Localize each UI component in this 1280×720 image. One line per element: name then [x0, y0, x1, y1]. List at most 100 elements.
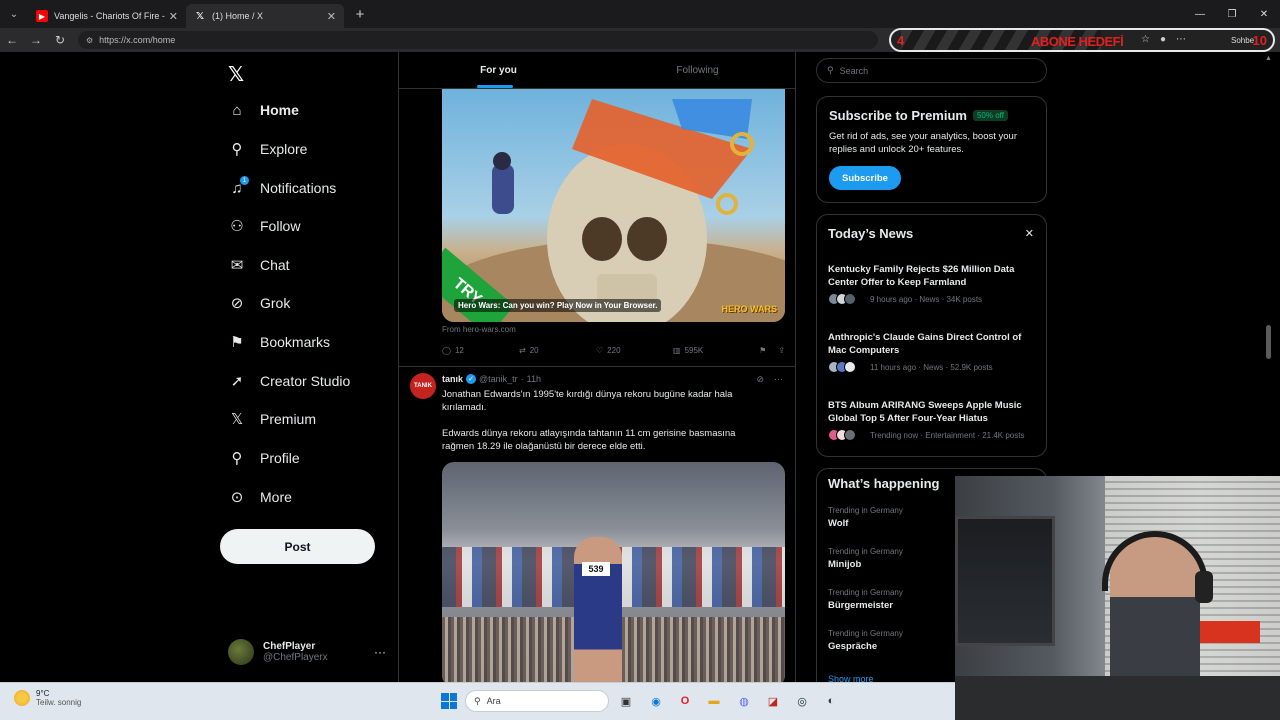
- repost-button[interactable]: ⇄ 20: [519, 346, 596, 355]
- news-item[interactable]: Anthropic's Claude Gains Direct Control …: [828, 331, 1036, 373]
- search-icon: ⚲: [474, 695, 481, 706]
- close-window-button[interactable]: ✕: [1248, 0, 1280, 28]
- ad-image[interactable]: TRY Hero Wars: Can you win? Play Now in …: [442, 89, 785, 322]
- close-icon[interactable]: ✕: [1025, 227, 1034, 240]
- account-switcher[interactable]: ChefPlayer @ChefPlayerx ···: [228, 634, 398, 670]
- site-info-icon[interactable]: ⚙: [86, 36, 93, 45]
- close-icon[interactable]: ✕: [169, 10, 178, 23]
- tweet-time[interactable]: 11h: [527, 374, 541, 384]
- copilot-label[interactable]: Sohbe: [1231, 36, 1254, 45]
- reply-count: 12: [454, 345, 464, 355]
- scroll-up-arrow[interactable]: ▲: [1265, 55, 1272, 62]
- news-meta: 9 hours ago · News · 34K posts: [870, 294, 983, 304]
- extension-icons: ☆ ● ⋯: [1141, 34, 1186, 45]
- x-logo-icon[interactable]: 𝕏: [228, 62, 244, 87]
- sidebar-item-notifications[interactable]: ♫ 1 Notifications: [228, 173, 336, 203]
- weather-condition: Teilw. sonnig: [36, 698, 82, 707]
- minimize-button[interactable]: —: [1184, 0, 1216, 28]
- star-icon[interactable]: ☆: [1141, 34, 1150, 45]
- tab-x-home[interactable]: 𝕏 (1) Home / X ✕: [186, 4, 344, 28]
- tweet-video[interactable]: 539: [442, 462, 785, 682]
- windows-taskbar: 9°C Teilw. sonnig ⚲ Ara ▣ ◉ O ▬ ◍ ◪ ◎ ◐: [0, 682, 955, 720]
- tweet-tools: ⊘ ···: [756, 374, 783, 385]
- subscribe-button[interactable]: Subscribe: [829, 166, 901, 190]
- sidebar-item-grok[interactable]: ⊘ Grok: [228, 288, 291, 318]
- view-count: 595K: [684, 345, 704, 355]
- like-button[interactable]: ♡ 220: [596, 346, 673, 355]
- trend-item[interactable]: Trending in Germany Wolf: [828, 506, 903, 529]
- sidebar-item-profile[interactable]: ⚲ Profile: [228, 443, 300, 473]
- close-icon[interactable]: ✕: [327, 10, 336, 23]
- news-item[interactable]: BTS Album ARIRANG Sweeps Apple Music Glo…: [828, 399, 1036, 441]
- weather-widget[interactable]: 9°C Teilw. sonnig: [14, 689, 81, 707]
- sidebar-item-more[interactable]: ⊙ More: [228, 482, 292, 512]
- taskbar-search-input[interactable]: ⚲ Ara: [465, 690, 609, 712]
- more-dots-icon[interactable]: ···: [774, 374, 783, 385]
- back-button[interactable]: ←: [0, 28, 24, 52]
- window-controls: — ❐ ✕: [1184, 0, 1280, 28]
- sidebar-item-bookmarks[interactable]: ⚑ Bookmarks: [228, 327, 330, 357]
- avatar[interactable]: TANIK: [410, 373, 436, 399]
- trend-item[interactable]: Trending in Germany Bürgermeister: [828, 588, 903, 611]
- author-name[interactable]: tanık: [442, 374, 463, 384]
- sidebar-item-premium[interactable]: 𝕏 Premium: [228, 404, 316, 434]
- share-icon[interactable]: ⇪: [778, 346, 785, 355]
- forward-button[interactable]: →: [24, 28, 48, 52]
- search-input[interactable]: ⚲ Search: [816, 58, 1047, 83]
- discord-icon[interactable]: ◍: [734, 691, 754, 711]
- ad-source-link[interactable]: From hero-wars.com: [442, 325, 516, 334]
- more-dots-icon[interactable]: ···: [374, 645, 386, 659]
- taskbar-search-placeholder: Ara: [486, 696, 501, 706]
- sidebar-item-creator-studio[interactable]: ➚ Creator Studio: [228, 366, 351, 396]
- avatar-stack: [828, 429, 856, 441]
- new-tab-button[interactable]: +: [348, 6, 372, 23]
- task-view-icon[interactable]: ▣: [616, 691, 636, 711]
- tab-title: (1) Home / X: [212, 11, 264, 21]
- url-field[interactable]: ⚙ https://x.com/home: [78, 31, 878, 49]
- trend-item[interactable]: Trending in Germany Gespräche: [828, 629, 903, 652]
- tweet-paragraph: Jonathan Edwards'ın 1995'te kırdığı düny…: [442, 389, 733, 413]
- grok-icon[interactable]: ⊘: [756, 374, 764, 385]
- overlay-banner-text: ABONE HEDEFİ: [1031, 34, 1124, 49]
- bookmark-icon[interactable]: ⚑: [759, 346, 766, 355]
- windows-start-icon[interactable]: [441, 693, 457, 709]
- trend-name: Bürgermeister: [828, 600, 893, 611]
- sidebar-item-chat[interactable]: ✉ Chat: [228, 250, 290, 280]
- heart-icon: ♡: [596, 345, 604, 355]
- tab-following[interactable]: Following: [598, 52, 795, 88]
- tab-for-you[interactable]: For you: [399, 52, 598, 88]
- page-scrollbar[interactable]: [1266, 325, 1271, 359]
- author-handle[interactable]: @tanik_tr: [479, 374, 518, 384]
- tab-list-dropdown[interactable]: ⌄: [0, 0, 28, 28]
- avatar: [228, 639, 254, 665]
- verified-badge-icon: ✓: [466, 374, 477, 384]
- profile-icon[interactable]: ●: [1160, 34, 1166, 45]
- news-item[interactable]: Kentucky Family Rejects $26 Million Data…: [828, 263, 1036, 305]
- trend-item[interactable]: Trending in Germany Minijob: [828, 547, 903, 570]
- sidebar-item-label: Bookmarks: [260, 334, 331, 350]
- reload-button[interactable]: ↻: [48, 28, 72, 52]
- app-icon[interactable]: ◪: [763, 691, 783, 711]
- sidebar-item-label: Creator Studio: [260, 373, 351, 389]
- sidebar-item-label: Profile: [260, 450, 300, 466]
- sidebar-item-explore[interactable]: ⚲ Explore: [228, 134, 308, 164]
- sidebar-item-label: Grok: [260, 295, 291, 311]
- sidebar-item-home[interactable]: ⌂ Home: [228, 95, 298, 125]
- maximize-button[interactable]: ❐: [1216, 0, 1248, 28]
- opera-icon[interactable]: O: [675, 691, 695, 711]
- tab-youtube[interactable]: ▶ Vangelis - Chariots Of Fire - YouTu ✕: [28, 4, 186, 28]
- views-button[interactable]: ▥ 595K: [673, 346, 755, 355]
- reply-button[interactable]: ◯ 12: [442, 346, 519, 355]
- steam-icon[interactable]: ◎: [792, 691, 812, 711]
- trend-name: Gespräche: [828, 641, 878, 652]
- obs-icon[interactable]: ◐: [821, 691, 841, 711]
- separator: ·: [520, 374, 524, 384]
- sidebar-item-label: Premium: [260, 411, 317, 427]
- sidebar-item-follow[interactable]: ⚇ Follow: [228, 211, 300, 241]
- edge-icon[interactable]: ◉: [646, 691, 666, 711]
- timeline-tabs: For you Following: [399, 52, 795, 89]
- post-button[interactable]: Post: [220, 529, 375, 564]
- menu-dots-icon[interactable]: ⋯: [1176, 34, 1186, 45]
- profile-name: ChefPlayer: [263, 641, 316, 652]
- file-explorer-icon[interactable]: ▬: [704, 691, 724, 711]
